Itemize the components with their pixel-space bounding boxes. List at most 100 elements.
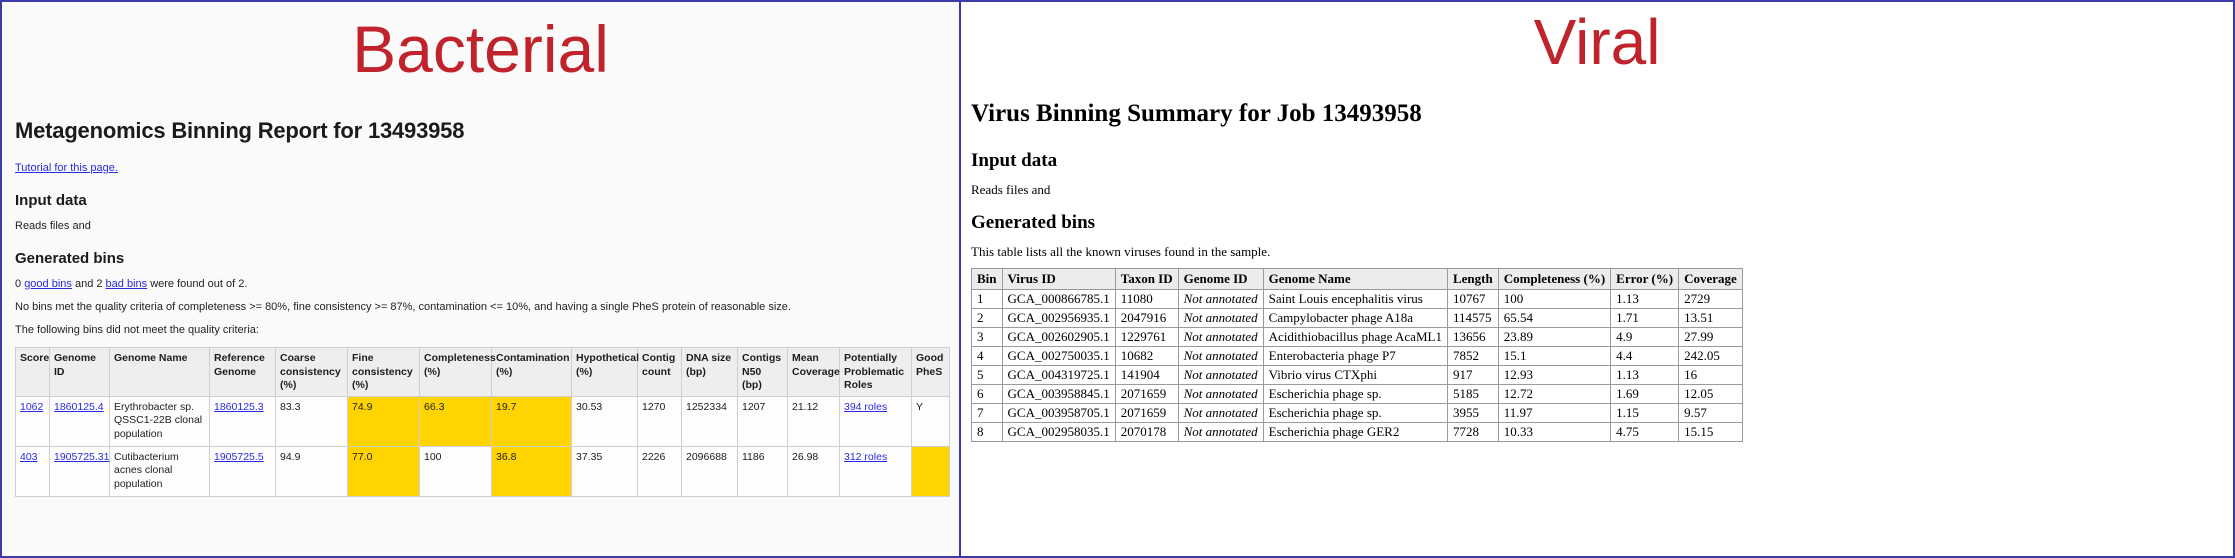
col-genome-name: Genome Name	[1262, 268, 1448, 290]
bacterial-input-data-text: Reads files and	[15, 220, 91, 232]
viral-input-data-heading: Input data	[971, 150, 1058, 171]
genome-id-link[interactable]: 1860125.4	[54, 401, 104, 413]
cell-bin: 7	[971, 403, 1003, 423]
cell-error: 1.13	[1610, 365, 1680, 385]
cell-genome-id: Not annotated	[1177, 289, 1264, 309]
cell-problematic-roles: 312 roles	[839, 445, 912, 497]
table-row: 1062 1860125.4 Erythrobacter sp. QSSC1-2…	[15, 395, 950, 447]
cell-bin: 4	[971, 346, 1003, 366]
genome-id-link[interactable]: 1905725.31	[54, 451, 109, 463]
problematic-roles-link[interactable]: 394 roles	[844, 401, 887, 413]
cell-contigs-n50: 1186	[737, 445, 788, 497]
cell-genome-name: Escherichia phage GER2	[1262, 422, 1448, 442]
cell-genome-id: 1905725.31	[49, 445, 110, 497]
col-genome-id: Genome ID	[49, 347, 110, 397]
quality-criteria-text: No bins met the quality criteria of comp…	[15, 300, 791, 313]
cell-contig-count: 1270	[637, 395, 682, 447]
bad-bins-link[interactable]: bad bins	[106, 278, 148, 290]
cell-coverage: 27.99	[1678, 327, 1743, 347]
col-coarse-consistency: Coarse consistency (%)	[275, 347, 348, 397]
cell-error: 4.9	[1610, 327, 1680, 347]
cell-bin: 1	[971, 289, 1003, 309]
cell-taxon-id: 141904	[1114, 365, 1179, 385]
cell-length: 13656	[1446, 327, 1499, 347]
score-link[interactable]: 1062	[20, 401, 43, 413]
bacterial-banner-title: Bacterial	[352, 12, 609, 86]
problematic-roles-link[interactable]: 312 roles	[844, 451, 887, 463]
cell-genome-name: Escherichia phage sp.	[1262, 403, 1448, 423]
table-row: 4 GCA_002750035.1 10682 Not annotated Entero…	[971, 346, 1743, 366]
cell-reference-genome: 1905725.5	[209, 445, 276, 497]
cell-error: 1.13	[1610, 289, 1680, 309]
bin-counts-mid: and 2	[71, 277, 106, 290]
col-reference-genome: Reference Genome	[209, 347, 276, 397]
cell-coverage: 9.57	[1678, 403, 1743, 423]
reference-genome-link[interactable]: 1860125.3	[214, 401, 264, 413]
col-genome-id: Genome ID	[1177, 268, 1264, 290]
cell-genome-name: Acidithiobacillus phage AcaML1	[1262, 327, 1448, 347]
col-score: Score	[15, 347, 50, 397]
cell-bin: 8	[971, 422, 1003, 442]
col-mean-coverage: Mean Coverage	[787, 347, 840, 397]
cell-score: 403	[15, 445, 50, 497]
good-bins-link[interactable]: good bins	[24, 278, 72, 290]
cell-coverage: 15.15	[1678, 422, 1743, 442]
cell-genome-name: Campylobacter phage A18a	[1262, 308, 1448, 328]
cell-taxon-id: 2070178	[1114, 422, 1179, 442]
cell-virus-id: GCA_002602905.1	[1001, 327, 1116, 347]
cell-hypothetical: 30.53	[571, 395, 638, 447]
cell-genome-id: Not annotated	[1177, 346, 1264, 366]
col-contigs-n50: Contigs N50 (bp)	[737, 347, 788, 397]
cell-completeness: 65.54	[1497, 308, 1612, 328]
cell-coverage: 2729	[1678, 289, 1743, 309]
viral-table-body: 1 GCA_000866785.1 11080 Not annotated Saint …	[971, 289, 1743, 442]
cell-genome-name: Erythrobacter sp. QSSC1-22B clonal popul…	[109, 395, 210, 447]
cell-hypothetical: 37.35	[571, 445, 638, 497]
cell-error: 1.71	[1610, 308, 1680, 328]
reference-genome-link[interactable]: 1905725.5	[214, 451, 264, 463]
cell-taxon-id: 2071659	[1114, 384, 1179, 404]
col-completeness: Completeness (%)	[419, 347, 496, 397]
cell-bin: 5	[971, 365, 1003, 385]
cell-fine-consistency: 74.9	[347, 395, 420, 447]
col-genome-name: Genome Name	[109, 347, 210, 397]
cell-length: 5185	[1446, 384, 1499, 404]
cell-length: 3955	[1446, 403, 1499, 423]
cell-virus-id: GCA_002956935.1	[1001, 308, 1116, 328]
cell-contig-count: 2226	[637, 445, 682, 497]
viral-banner-title: Viral	[1533, 6, 1661, 78]
score-link[interactable]: 403	[20, 451, 38, 463]
cell-reference-genome: 1860125.3	[209, 395, 276, 447]
cell-virus-id: GCA_003958845.1	[1001, 384, 1116, 404]
cell-genome-name: Saint Louis encephalitis virus	[1262, 289, 1448, 309]
table-row: 5 GCA_004319725.1 141904 Not annotated Vibri…	[971, 365, 1743, 385]
table-row: 8 GCA_002958035.1 2070178 Not annotated Esch…	[971, 422, 1743, 442]
col-error: Error (%)	[1610, 268, 1680, 290]
col-length: Length	[1446, 268, 1499, 290]
cell-coverage: 16	[1678, 365, 1743, 385]
cell-genome-id: Not annotated	[1177, 365, 1264, 385]
viral-table-caption: This table lists all the known viruses f…	[971, 244, 1271, 259]
bin-counts-suffix: were found out of 2.	[147, 277, 248, 290]
cell-taxon-id: 2047916	[1114, 308, 1179, 328]
bacterial-panel: Bacterial Metagenomics Binning Report fo…	[0, 0, 960, 558]
cell-problematic-roles: 394 roles	[839, 395, 912, 447]
cell-virus-id: GCA_002958035.1	[1001, 422, 1116, 442]
viral-page-title: Virus Binning Summary for Job 13493958	[971, 100, 1422, 127]
cell-completeness: 100	[419, 445, 492, 497]
viral-table-header-row: Bin Virus ID Taxon ID Genome ID Genome N…	[971, 268, 1743, 290]
tutorial-link[interactable]: Tutorial for this page.	[15, 162, 118, 174]
cell-genome-id: Not annotated	[1177, 308, 1264, 328]
cell-completeness: 100	[1497, 289, 1612, 309]
cell-genome-name: Enterobacteria phage P7	[1262, 346, 1448, 366]
table-row: 6 GCA_003958845.1 2071659 Not annotated Esch…	[971, 384, 1743, 404]
cell-contamination: 19.7	[491, 395, 572, 447]
col-problematic-roles: Potentially Problematic Roles	[839, 347, 912, 397]
cell-coverage: 13.51	[1678, 308, 1743, 328]
cell-coverage: 12.05	[1678, 384, 1743, 404]
cell-taxon-id: 11080	[1114, 289, 1179, 309]
viral-content: Virus Binning Summary for Job 13493958 I…	[961, 100, 2233, 442]
cell-mean-coverage: 21.12	[787, 395, 840, 447]
cell-contigs-n50: 1207	[737, 395, 788, 447]
bin-counts-prefix: 0	[15, 277, 25, 290]
